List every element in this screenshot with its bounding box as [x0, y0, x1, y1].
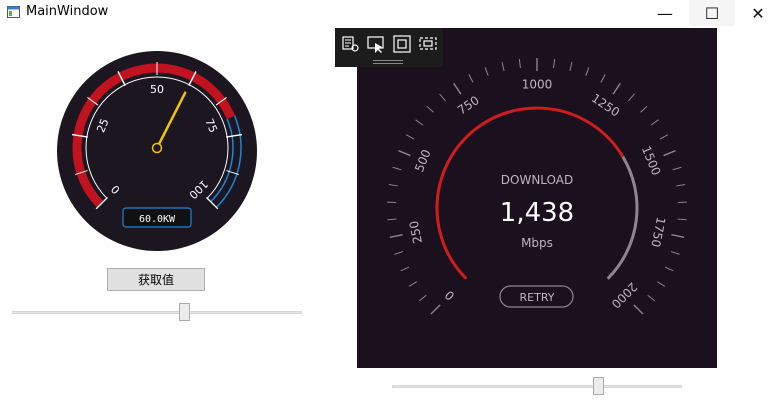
speed-tick — [400, 266, 410, 272]
window-title: MainWindow — [26, 4, 109, 19]
speed-tick — [650, 119, 659, 126]
close-button[interactable]: ✕ — [735, 0, 773, 26]
speed-tick — [640, 105, 648, 113]
speed-gauge: 025050075010001250150017502000 DOWNLOAD … — [387, 58, 687, 315]
speed-tick — [468, 74, 474, 83]
speed-tick — [659, 134, 669, 140]
speed-tick — [670, 251, 680, 255]
speed-readout: 1,438 — [500, 198, 574, 228]
speed-tick — [677, 218, 687, 221]
speed-tick — [398, 149, 411, 157]
speed-tick — [672, 166, 682, 171]
speed-tick — [628, 93, 635, 102]
slider-track[interactable] — [12, 311, 302, 314]
speed-tick — [501, 62, 505, 72]
speed-tick — [600, 74, 606, 83]
gauge-tick-label: 50 — [150, 83, 164, 96]
speed-tick — [392, 166, 402, 171]
slider-track[interactable] — [392, 385, 682, 388]
speedometer-panel: 0 250 500 750 1000 1250 1500 1750 2000 DOWNLOAD … — [357, 28, 717, 368]
toolbar-grip[interactable] — [373, 60, 403, 64]
display-layout-adorners-icon[interactable] — [392, 34, 412, 54]
speed-tick — [656, 281, 666, 287]
speed-tick-label: 0 — [442, 288, 457, 303]
progress-arc-track — [606, 155, 639, 280]
speed-tick — [430, 304, 441, 315]
speed-tick — [405, 134, 415, 140]
speed-tick — [612, 82, 621, 95]
select-element-icon[interactable] — [366, 34, 386, 54]
speed-tick — [453, 82, 462, 95]
speed-tick-label: 500 — [412, 147, 434, 174]
speed-tick — [389, 234, 403, 238]
maximize-button[interactable]: ☐ — [689, 0, 735, 26]
speed-tick — [664, 266, 674, 272]
speed-tick-label: 750 — [455, 93, 482, 117]
speed-tick — [633, 304, 644, 315]
speed-tick — [671, 234, 685, 238]
speed-tick — [415, 119, 424, 126]
speed-tick-label: 1750 — [648, 216, 668, 249]
speed-tick — [569, 62, 573, 72]
speed-tick — [647, 294, 656, 302]
progress-arc-value — [435, 106, 625, 280]
speed-tick — [388, 184, 398, 187]
speed-unit: Mbps — [521, 236, 553, 250]
speed-tick — [663, 149, 676, 157]
right-slider[interactable] — [392, 377, 682, 397]
speed-tick — [408, 281, 418, 287]
window-app-icon — [7, 6, 20, 18]
speed-tick — [484, 67, 489, 76]
speed-tick — [418, 294, 427, 302]
speed-tick — [518, 58, 521, 69]
speed-tick-label: 1000 — [522, 78, 553, 92]
slider-thumb[interactable] — [179, 303, 191, 321]
get-value-button[interactable]: 获取值 — [107, 268, 205, 291]
needle-hub — [151, 142, 163, 154]
track-focused-element-icon[interactable] — [418, 34, 438, 54]
gauge-readout: 60.0KW — [139, 214, 176, 225]
speed-tick-label: 1500 — [639, 144, 664, 178]
title-bar: MainWindow — ☐ ✕ — [0, 0, 773, 26]
speed-tick — [394, 251, 404, 255]
gauge-caption: DOWNLOAD — [501, 173, 573, 187]
retry-label[interactable]: RETRY — [520, 291, 555, 304]
live-visual-tree-icon[interactable] — [341, 34, 361, 54]
speed-tick — [676, 184, 686, 187]
speed-tick — [585, 67, 590, 76]
minimize-button[interactable]: — — [642, 0, 688, 26]
power-gauge: 0255075100 60.0KW — [57, 51, 257, 251]
speed-tick — [387, 218, 397, 221]
speed-tick — [553, 58, 556, 69]
debug-toolbar — [335, 28, 443, 67]
speed-tick-label: 250 — [407, 219, 425, 244]
left-slider[interactable] — [12, 303, 302, 323]
speed-tick — [439, 93, 446, 102]
slider-thumb[interactable] — [592, 377, 604, 395]
speed-tick — [426, 105, 434, 113]
speed-tick-label: 1250 — [589, 91, 622, 120]
